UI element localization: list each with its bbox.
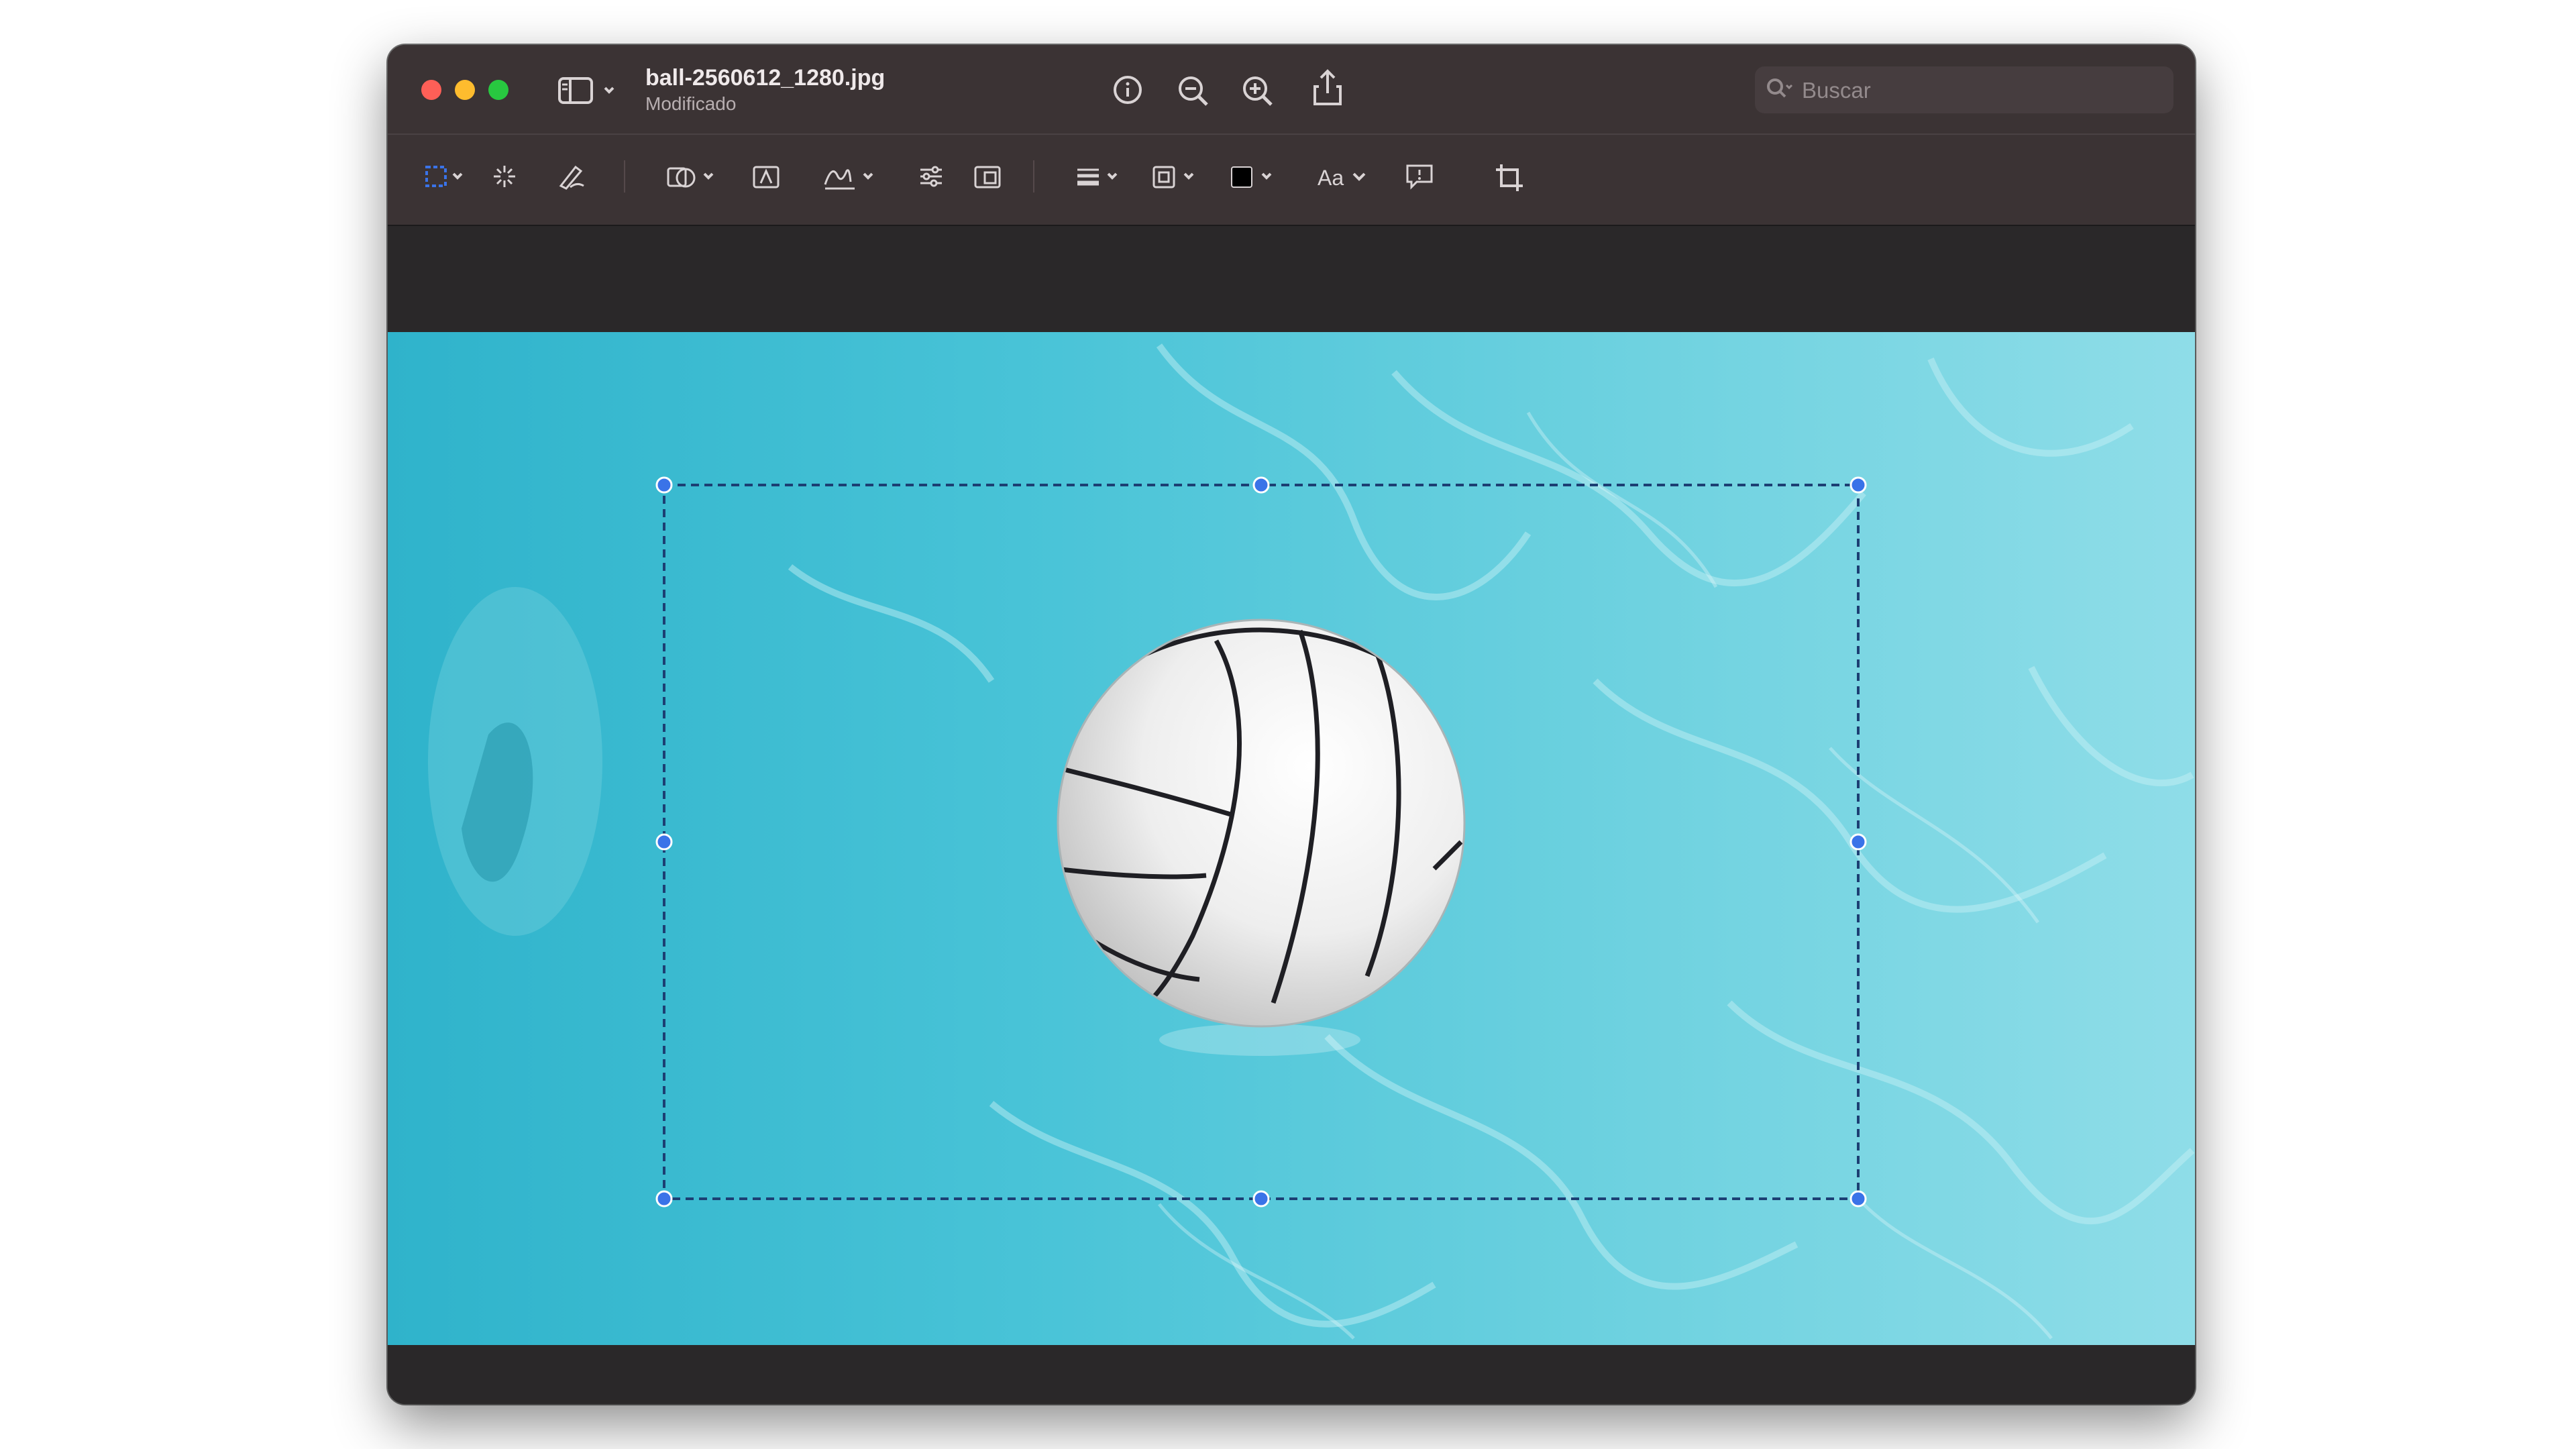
instant-alpha-icon[interactable]	[491, 163, 518, 190]
selection-handle[interactable]	[1252, 1190, 1270, 1208]
selection-handle[interactable]	[655, 833, 673, 851]
font-style-button[interactable]: Aa	[1318, 166, 1344, 191]
volleyball	[1057, 619, 1466, 1028]
document-image	[388, 332, 2195, 1345]
sketch-icon[interactable]	[557, 163, 586, 190]
minimize-window-button[interactable]	[455, 80, 475, 100]
zoom-out-icon[interactable]	[1177, 74, 1210, 108]
selection-handle[interactable]	[1849, 833, 1867, 851]
chevron-down-icon[interactable]	[1351, 170, 1367, 183]
toolbar-divider	[1033, 160, 1034, 193]
markup-toolbar: Aa	[388, 133, 2195, 226]
title-bar: ball-2560612_1280.jpg Modificado	[388, 45, 2195, 133]
rectangular-selection-icon[interactable]	[424, 163, 471, 190]
selection-handle[interactable]	[655, 476, 673, 494]
shape-style-icon[interactable]	[1075, 163, 1124, 190]
crop-icon[interactable]	[1495, 163, 1524, 193]
image-canvas	[388, 226, 2195, 1404]
search-icon	[1766, 77, 1795, 103]
adjust-color-icon[interactable]	[918, 163, 945, 190]
pool-photo	[388, 332, 2195, 1345]
search-field[interactable]	[1755, 66, 2174, 115]
sidebar-icon[interactable]	[558, 76, 619, 104]
close-window-button[interactable]	[421, 80, 441, 100]
preview-window: ball-2560612_1280.jpg Modificado Buscar …	[388, 45, 2195, 1404]
search-input[interactable]	[1801, 66, 2165, 115]
note-icon[interactable]	[1405, 162, 1434, 191]
info-icon[interactable]	[1112, 74, 1143, 105]
selection-handle[interactable]	[1252, 476, 1270, 494]
selection-handle[interactable]	[655, 1190, 673, 1208]
toolbar-divider	[624, 160, 625, 193]
border-color-icon[interactable]	[1151, 163, 1201, 190]
shapes-icon[interactable]	[665, 162, 719, 191]
zoom-in-icon[interactable]	[1241, 74, 1275, 108]
document-status: Modificado	[645, 93, 737, 114]
adjust-size-icon[interactable]	[973, 163, 1002, 190]
selection-handle[interactable]	[1849, 476, 1867, 494]
fill-color-icon[interactable]	[1229, 163, 1279, 190]
selection-handle[interactable]	[1849, 1190, 1867, 1208]
maximize-window-button[interactable]	[488, 80, 508, 100]
text-box-icon[interactable]	[751, 163, 781, 190]
share-icon[interactable]	[1312, 69, 1343, 107]
window-title: ball-2560612_1280.jpg	[645, 65, 885, 91]
signature-icon[interactable]	[822, 162, 879, 191]
